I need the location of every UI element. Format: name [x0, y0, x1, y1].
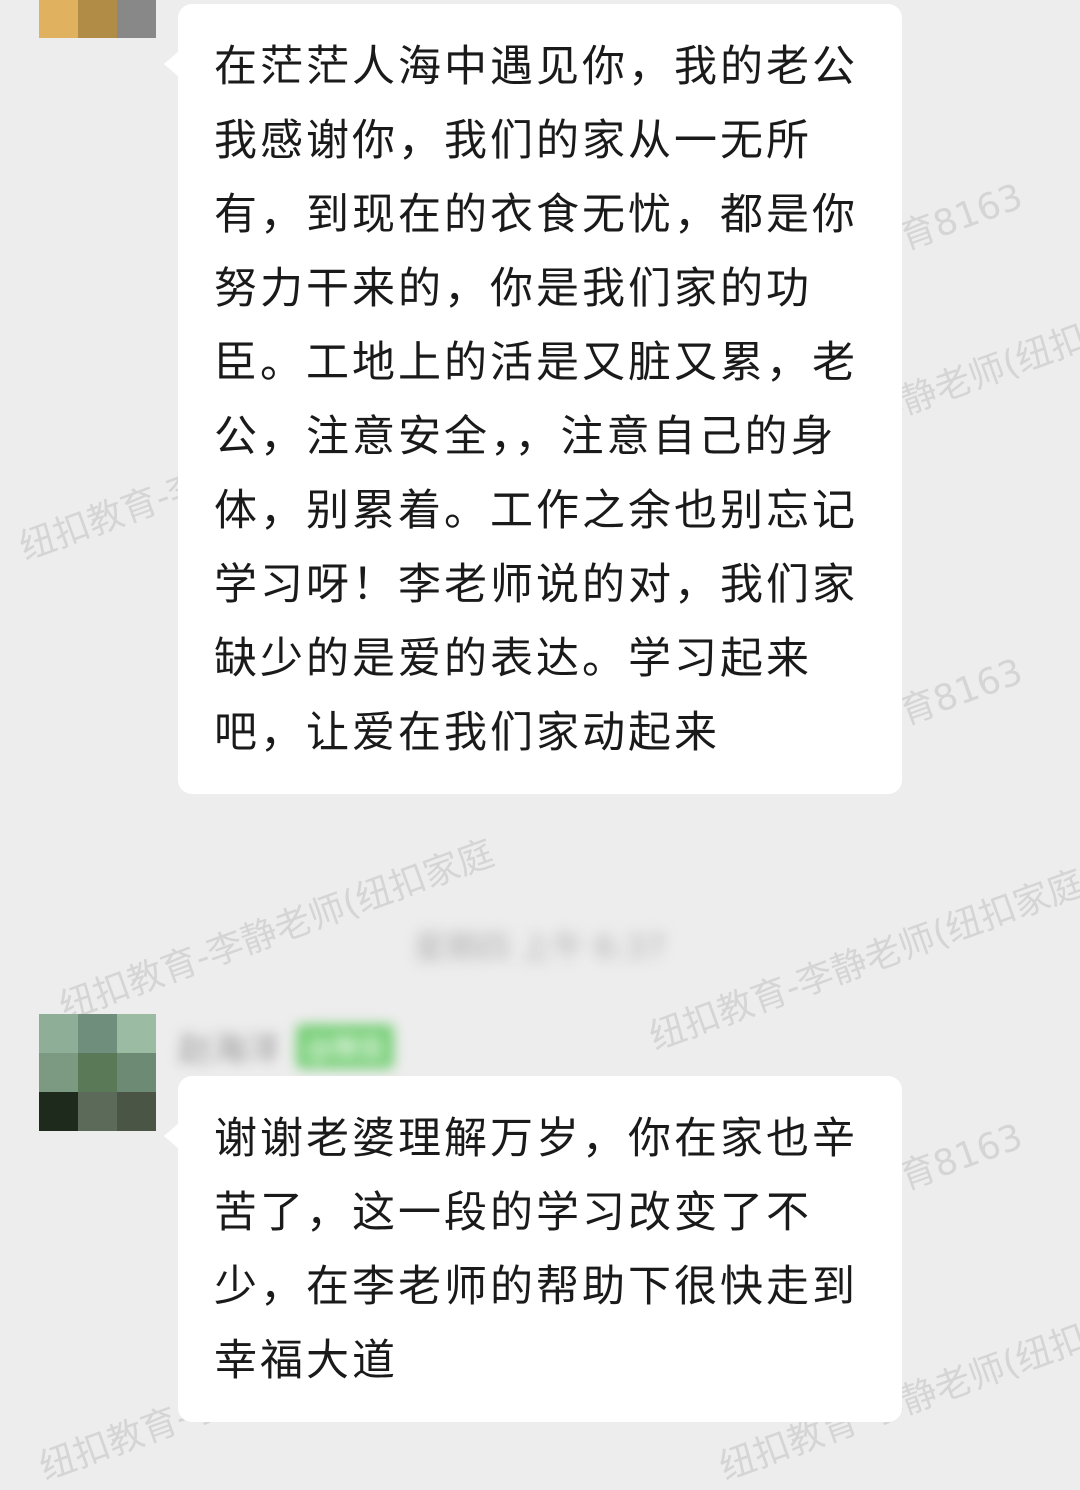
- avatar-pixel: [78, 1092, 117, 1131]
- avatar-pixel: [78, 1053, 117, 1092]
- time-divider: 星期四 上午 6:37: [413, 928, 667, 966]
- message-text: 在茫茫人海中遇见你，我的老公我感谢你，我们的家从一无所有，到现在的衣食无忧，都是…: [214, 42, 858, 758]
- message-bubble[interactable]: 谢谢老婆理解万岁，你在家也辛苦了，这一段的学习改变了不少，在李老师的帮助下很快走…: [164, 1076, 902, 1422]
- sender-info: 赵海洋 @微信: [178, 1022, 395, 1071]
- avatar[interactable]: [39, 0, 156, 77]
- avatar-pixel: [78, 1014, 117, 1053]
- message-text: 谢谢老婆理解万岁，你在家也辛苦了，这一段的学习改变了不少，在李老师的帮助下很快走…: [214, 1114, 858, 1386]
- avatar-pixel: [39, 1053, 78, 1092]
- avatar-pixel: [117, 1014, 156, 1053]
- sender-tag: @微信: [296, 1024, 395, 1069]
- watermark: 育8163: [894, 176, 1029, 259]
- avatar-pixel: [39, 1014, 78, 1053]
- avatar[interactable]: [39, 1014, 156, 1131]
- avatar-pixel: [117, 0, 156, 38]
- avatar-pixel: [117, 1092, 156, 1131]
- message-bubble[interactable]: 在茫茫人海中遇见你，我的老公我感谢你，我们的家从一无所有，到现在的衣食无忧，都是…: [164, 4, 902, 794]
- sender-name: 赵海洋: [178, 1030, 280, 1070]
- watermark: 育8163: [894, 651, 1029, 734]
- avatar-pixel: [78, 0, 117, 38]
- avatar-pixel: [117, 1053, 156, 1092]
- avatar-pixel: [39, 0, 78, 38]
- avatar-pixel: [39, 1092, 78, 1131]
- watermark: 育8163: [894, 1116, 1029, 1199]
